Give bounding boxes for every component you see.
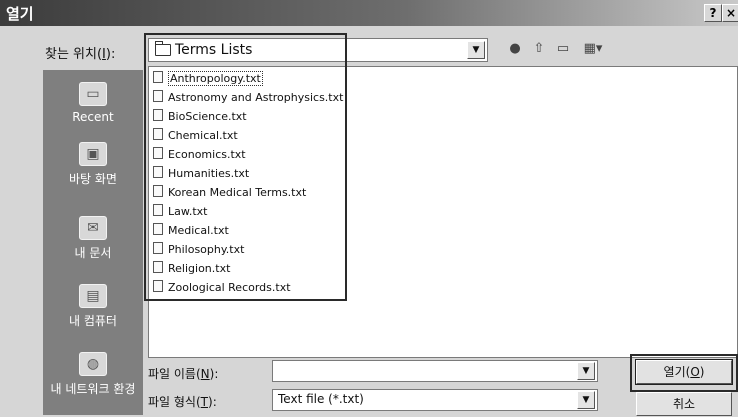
file-type-select[interactable]: Text file (*.txt) ▼ bbox=[272, 389, 598, 411]
my-documents-icon: ✉ bbox=[79, 216, 107, 240]
place-label: 내 네트워크 환경 bbox=[50, 382, 136, 396]
file-type-label: 파일 형식(T): bbox=[148, 395, 217, 409]
highlight-outline bbox=[144, 33, 347, 301]
look-in-dropdown-button[interactable]: ▼ bbox=[467, 41, 485, 59]
desktop-icon: ▣ bbox=[79, 142, 107, 166]
network-icon: ◍ bbox=[79, 352, 107, 376]
recent-folder-icon: ▭ bbox=[79, 82, 107, 106]
place-recent[interactable]: ▭ Recent bbox=[43, 82, 143, 124]
place-my-documents[interactable]: ✉ 내 문서 bbox=[43, 216, 143, 261]
title-bar: 열기 ? × bbox=[0, 0, 738, 26]
up-folder-icon[interactable]: ⇧ bbox=[530, 40, 548, 58]
look-in-label: 찾는 위치(I): bbox=[45, 47, 116, 62]
places-bar: ▭ Recent ▣ 바탕 화면 ✉ 내 문서 ▤ 내 컴퓨터 ◍ 내 네트워크… bbox=[43, 70, 143, 415]
new-folder-icon[interactable]: ▭ bbox=[554, 40, 572, 58]
cancel-button[interactable]: 취소 bbox=[636, 392, 732, 416]
file-name-input[interactable]: ▼ bbox=[272, 360, 598, 382]
place-label: 내 문서 bbox=[74, 246, 112, 260]
file-type-dropdown-button[interactable]: ▼ bbox=[577, 391, 595, 409]
file-name-label: 파일 이름(N): bbox=[148, 367, 219, 381]
back-icon[interactable]: ● bbox=[506, 40, 524, 58]
open-button[interactable]: 열기(O) bbox=[636, 360, 732, 384]
place-network[interactable]: ◍ 내 네트워크 환경 bbox=[43, 352, 143, 397]
close-button[interactable]: × bbox=[722, 4, 738, 22]
window-title: 열기 bbox=[6, 5, 34, 23]
help-button[interactable]: ? bbox=[704, 4, 722, 22]
my-computer-icon: ▤ bbox=[79, 284, 107, 308]
file-name-dropdown-button[interactable]: ▼ bbox=[577, 362, 595, 380]
place-label: 바탕 화면 bbox=[69, 172, 117, 186]
place-label: Recent bbox=[72, 110, 114, 124]
place-my-computer[interactable]: ▤ 내 컴퓨터 bbox=[43, 284, 143, 329]
view-menu-icon[interactable]: ▦▾ bbox=[580, 40, 606, 58]
place-desktop[interactable]: ▣ 바탕 화면 bbox=[43, 142, 143, 187]
place-label: 내 컴퓨터 bbox=[69, 314, 117, 328]
